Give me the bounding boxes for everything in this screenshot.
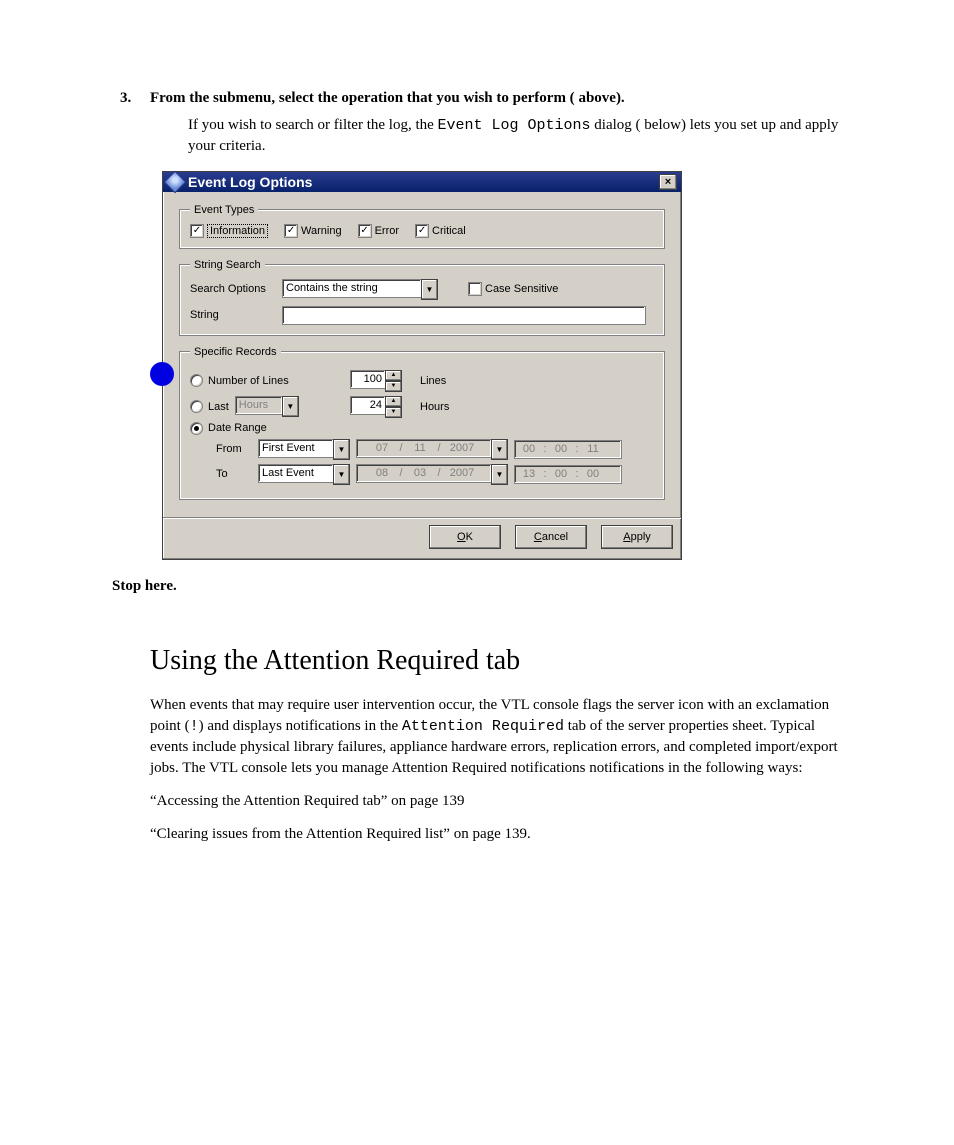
checkbox-warning[interactable]: Warning [284, 224, 342, 238]
xref-clearing: “Clearing issues from the Attention Requ… [150, 824, 844, 845]
last-value-spinner[interactable]: 24 ▲▼ [350, 396, 402, 418]
dialog-title: Event Log Options [188, 174, 312, 190]
code-event-log-options: Event Log Options [438, 117, 591, 134]
search-options-label: Search Options [190, 283, 272, 295]
to-event-combo[interactable]: Last Event ▼ [258, 464, 350, 485]
chevron-up-icon[interactable]: ▲ [385, 370, 402, 381]
step-number: 3. [120, 90, 131, 107]
code-bang: ! [190, 718, 199, 735]
title-bar: Event Log Options × [163, 172, 681, 192]
radio-number-of-lines[interactable]: Number of Lines [190, 374, 289, 387]
specific-records-group: Specific Records Number of Lines 100 ▲▼ … [179, 346, 665, 500]
code-attention-required: Attention Required [402, 718, 564, 735]
chevron-down-icon[interactable]: ▼ [385, 407, 402, 418]
string-input[interactable] [282, 306, 646, 325]
checkbox-critical[interactable]: Critical [415, 224, 466, 238]
chevron-down-icon[interactable]: ▼ [333, 464, 350, 485]
hours-unit: Hours [420, 401, 449, 413]
stop-here: Stop here. [112, 578, 844, 595]
apply-button[interactable]: Apply [601, 525, 673, 549]
to-time-field[interactable]: 13: 00: 00 [514, 465, 622, 484]
chevron-down-icon[interactable]: ▼ [491, 464, 508, 485]
from-time-field[interactable]: 00: 00: 11 [514, 440, 622, 459]
chevron-down-icon[interactable]: ▼ [385, 381, 402, 392]
event-log-options-dialog: Event Log Options × Event Types Informat… [162, 171, 682, 560]
step-text: From the submenu, select the operation t… [150, 90, 625, 106]
last-unit-combo[interactable]: Hours ▼ [235, 396, 299, 417]
chevron-down-icon[interactable]: ▼ [421, 279, 438, 300]
chevron-up-icon[interactable]: ▲ [385, 396, 402, 407]
section-heading: Using the Attention Required tab [150, 645, 844, 677]
section-paragraph: When events that may require user interv… [150, 695, 844, 779]
string-label: String [190, 309, 272, 321]
string-search-legend: String Search [190, 259, 265, 271]
chevron-down-icon[interactable]: ▼ [333, 439, 350, 460]
event-types-group: Event Types Information Warning Error Cr… [179, 204, 665, 249]
callout-b-icon [150, 362, 174, 386]
ok-button[interactable]: OK [429, 525, 501, 549]
checkbox-error[interactable]: Error [358, 224, 399, 238]
close-icon: × [665, 176, 671, 188]
number-of-lines-spinner[interactable]: 100 ▲▼ [350, 370, 402, 392]
to-date-combo[interactable]: 08/ 03/ 2007 ▼ [356, 464, 508, 485]
to-label: To [216, 468, 252, 480]
radio-last[interactable]: Last [190, 400, 229, 413]
dialog-figure: Event Log Options × Event Types Informat… [162, 171, 680, 560]
close-button[interactable]: × [659, 174, 677, 190]
string-search-group: String Search Search Options Contains th… [179, 259, 665, 336]
checkbox-case-sensitive[interactable]: Case Sensitive [468, 282, 558, 296]
dialog-icon [164, 170, 187, 193]
specific-records-legend: Specific Records [190, 346, 281, 358]
cancel-button[interactable]: Cancel [515, 525, 587, 549]
lines-unit: Lines [420, 375, 446, 387]
from-label: From [216, 443, 252, 455]
radio-date-range[interactable]: Date Range [190, 422, 267, 435]
search-options-combo[interactable]: Contains the string ▼ [282, 279, 438, 300]
event-types-legend: Event Types [190, 204, 258, 216]
chevron-down-icon[interactable]: ▼ [282, 396, 299, 417]
xref-accessing: “Accessing the Attention Required tab” o… [150, 791, 844, 812]
step-body: If you wish to search or filter the log,… [188, 115, 844, 157]
checkbox-information[interactable]: Information [190, 224, 268, 238]
chevron-down-icon[interactable]: ▼ [491, 439, 508, 460]
from-event-combo[interactable]: First Event ▼ [258, 439, 350, 460]
from-date-combo[interactable]: 07/ 11/ 2007 ▼ [356, 439, 508, 460]
